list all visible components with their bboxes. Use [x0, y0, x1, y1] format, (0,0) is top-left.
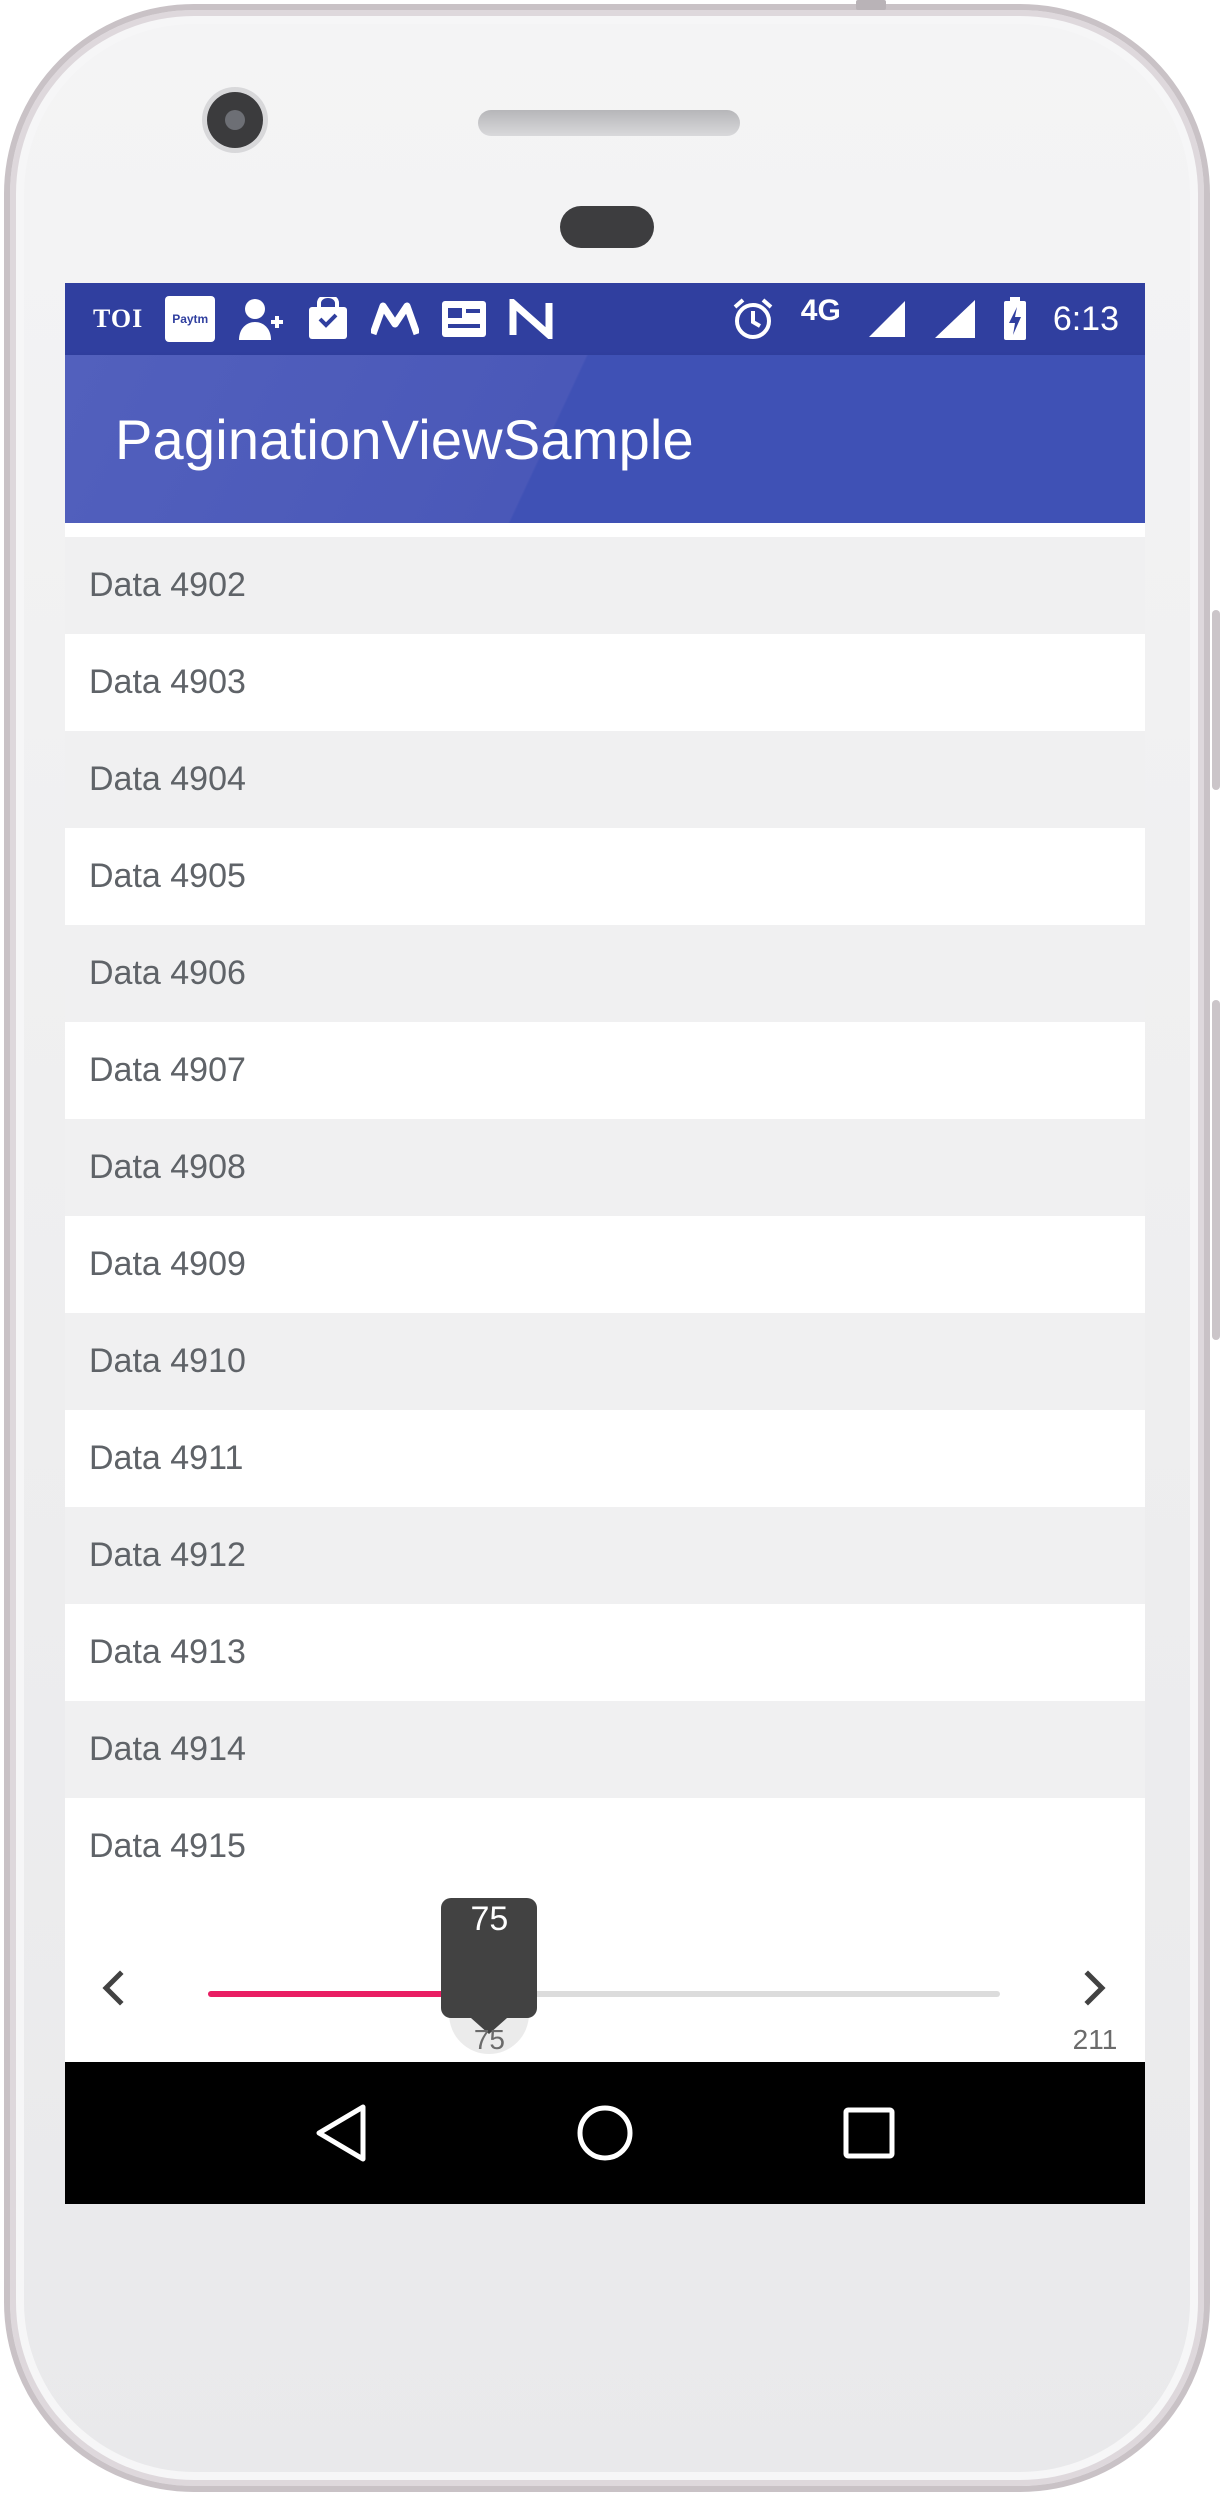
- n-icon: [509, 299, 553, 339]
- power-button: [1212, 1000, 1220, 1340]
- back-button[interactable]: [305, 2097, 377, 2169]
- data-list[interactable]: Data 4902 Data 4903 Data 4904 Data 4905 Data…: [65, 537, 1145, 1895]
- signal-icon: [867, 299, 907, 339]
- page-title: PaginationViewSample: [115, 407, 694, 471]
- page-slider[interactable]: [208, 1991, 1000, 1997]
- battery-charging-icon: [1003, 297, 1027, 341]
- previous-page-button[interactable]: [83, 1958, 143, 2018]
- volume-button: [1212, 610, 1220, 790]
- list-item[interactable]: Data 4907: [65, 1022, 1145, 1119]
- list-item[interactable]: Data 4902: [65, 537, 1145, 634]
- status-bar: TOI Paytm 4G 6:13: [65, 283, 1145, 355]
- next-page-button[interactable]: [1065, 1958, 1125, 2018]
- list-item[interactable]: Data 4913: [65, 1604, 1145, 1701]
- notification-icons: TOI Paytm: [65, 296, 553, 342]
- list-item[interactable]: Data 4904: [65, 731, 1145, 828]
- page-value-bubble: 75: [441, 1898, 538, 2034]
- list-item[interactable]: Data 4912: [65, 1507, 1145, 1604]
- m-icon: [371, 302, 420, 336]
- list-item[interactable]: Data 4910: [65, 1313, 1145, 1410]
- alarm-icon: [731, 297, 775, 341]
- recents-button[interactable]: [833, 2097, 905, 2169]
- list-item[interactable]: Data 4911: [65, 1410, 1145, 1507]
- home-icon: [577, 2105, 633, 2161]
- wifi-signal-icon: [933, 298, 977, 340]
- current-page-label: 75: [473, 2024, 506, 2055]
- data-list-container[interactable]: Data 4902 Data 4903 Data 4904 Data 4905 Data…: [65, 523, 1145, 1896]
- list-item[interactable]: Data 4914: [65, 1701, 1145, 1798]
- list-item[interactable]: Data 4915: [65, 1798, 1145, 1895]
- clock-time: 6:13: [1052, 299, 1119, 338]
- toi-icon: TOI: [93, 304, 144, 333]
- earpiece-speaker: [478, 110, 740, 136]
- shopping-icon: [307, 297, 349, 341]
- list-item[interactable]: Data 4909: [65, 1216, 1145, 1313]
- phone-frame: TOI Paytm 4G 6:13 PaginationViewSample D…: [0, 0, 1222, 2498]
- home-button[interactable]: [569, 2097, 641, 2169]
- add-contact-icon: [237, 296, 285, 342]
- phone-top-edge: [856, 0, 886, 10]
- app-bar: PaginationViewSample: [65, 355, 1145, 523]
- list-item[interactable]: Data 4906: [65, 925, 1145, 1022]
- list-item[interactable]: Data 4905: [65, 828, 1145, 925]
- pagination-bar: 75 75 211: [65, 1898, 1145, 2062]
- front-camera-icon: [207, 92, 263, 148]
- screen: TOI Paytm 4G 6:13 PaginationViewSample D…: [65, 283, 1145, 2204]
- chevron-left-icon: [102, 1970, 124, 2006]
- back-icon: [316, 2104, 366, 2162]
- list-item[interactable]: Data 4903: [65, 634, 1145, 731]
- total-pages-label: 211: [1072, 2024, 1118, 2055]
- network-type: 4G: [800, 294, 841, 327]
- page-value-bubble-label: 75: [470, 1900, 509, 1938]
- proximity-sensor: [560, 206, 654, 248]
- list-item[interactable]: Data 4908: [65, 1119, 1145, 1216]
- paytm-icon: Paytm: [165, 296, 216, 342]
- news-icon: [441, 300, 487, 338]
- chevron-right-icon: [1084, 1970, 1106, 2006]
- navigation-bar: [65, 2062, 1145, 2204]
- recents-icon: [843, 2107, 895, 2159]
- system-icons: 4G 6:13: [731, 294, 1145, 341]
